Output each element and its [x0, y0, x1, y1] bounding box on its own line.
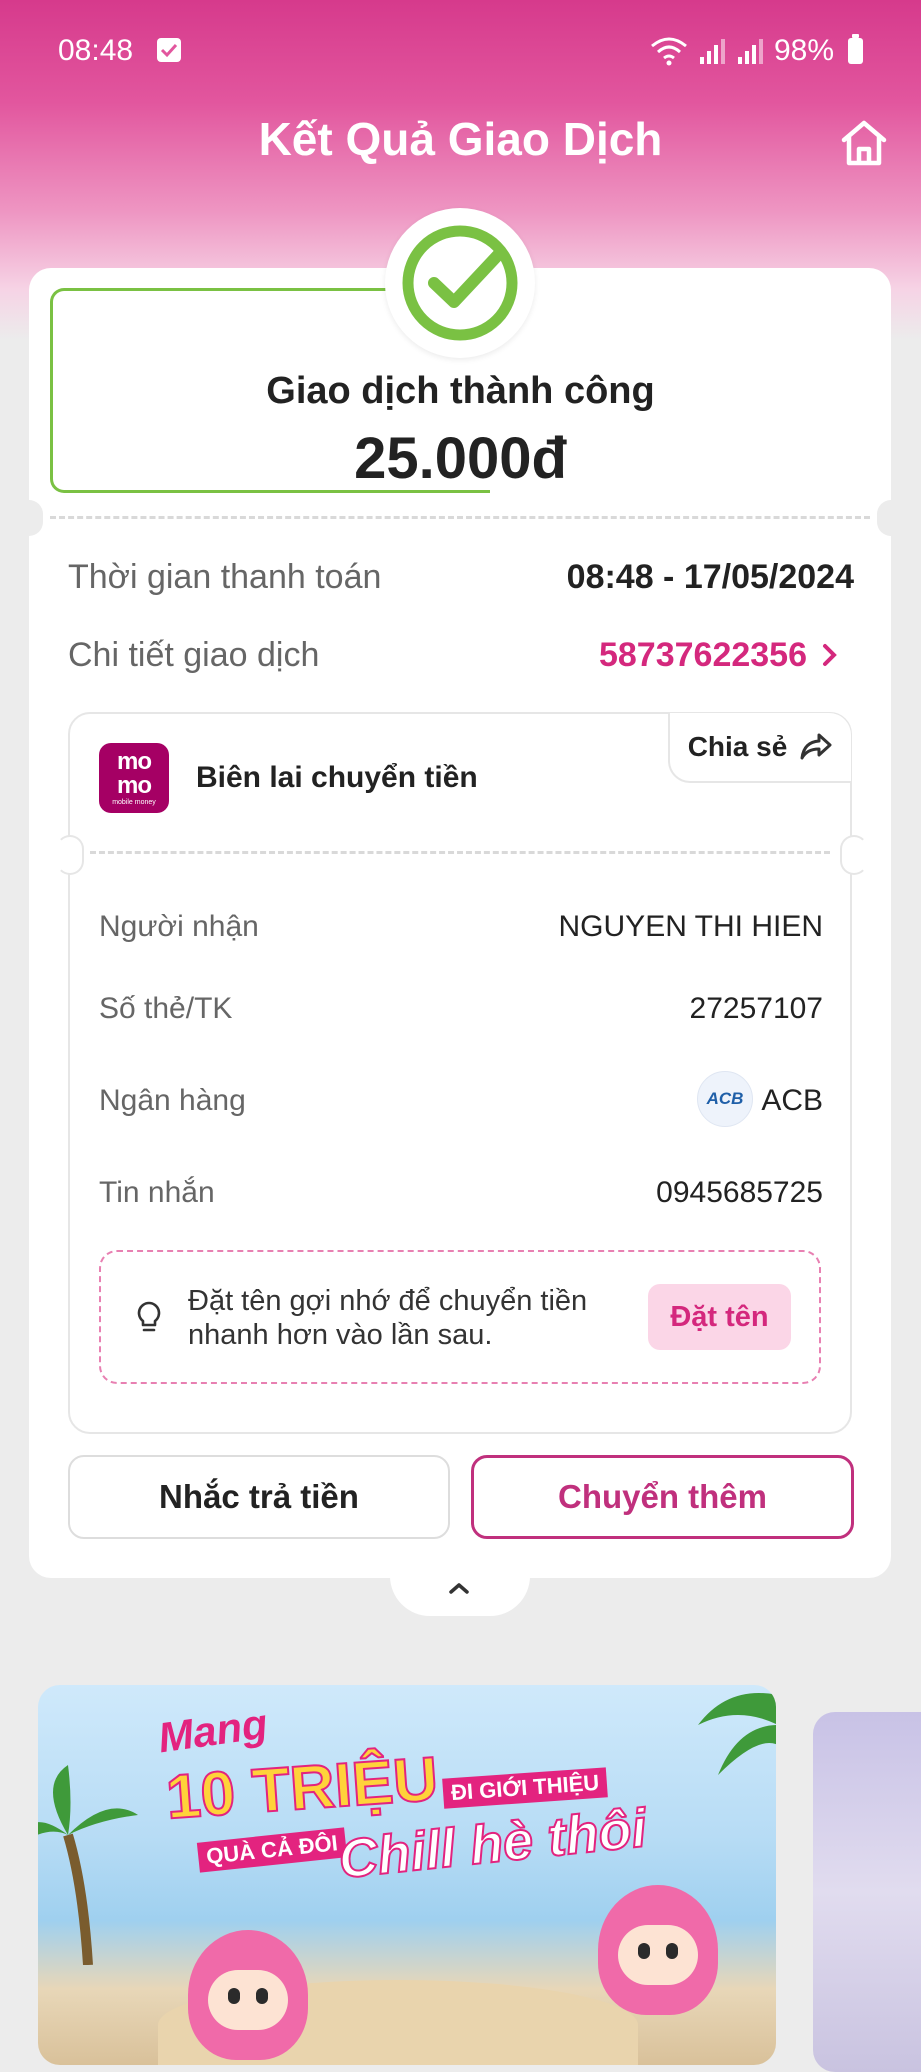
battery-icon: [848, 34, 863, 64]
payment-time-value: 08:48 - 17/05/2024: [566, 558, 854, 596]
receipt-title: Biên lai chuyển tiền: [196, 761, 478, 794]
wifi-icon: [651, 37, 687, 66]
notification-check-icon: [157, 38, 181, 62]
status-bar: 08:48 98%: [0, 0, 921, 100]
tip-text: Đặt tên gợi nhớ để chuyển tiền nhanh hơn…: [188, 1285, 588, 1351]
home-button[interactable]: [838, 118, 890, 168]
palm-leaves-right: [698, 1693, 776, 1775]
palm-leaves-left: [38, 1765, 138, 1965]
signal-icon-1: [699, 39, 725, 64]
share-label: Chia sẻ: [687, 731, 788, 762]
bank-value: ACB: [761, 1084, 823, 1117]
status-icons: 98%: [650, 34, 863, 68]
chevron-up-icon: [449, 1583, 469, 1594]
receipt-notch-left: [56, 835, 84, 875]
acb-bank-logo: ACB: [697, 1071, 753, 1127]
momo-logo: mo mo mobile money: [99, 743, 169, 813]
share-button[interactable]: Chia sẻ: [668, 713, 851, 783]
banner-text-mang: Mang: [155, 1699, 271, 1762]
transaction-detail-label: Chi tiết giao dịch: [68, 636, 320, 674]
chevron-right-icon[interactable]: [820, 642, 840, 668]
divider-dashed: [50, 516, 870, 519]
recipient-label: Người nhận: [99, 910, 259, 943]
battery-percent: 98%: [773, 34, 834, 67]
payment-time-label: Thời gian thanh toán: [68, 558, 382, 596]
status-time: 08:48: [58, 34, 134, 67]
momo-logo-line2: mo: [117, 772, 152, 799]
share-arrow-icon: [800, 733, 832, 760]
card-notch-right: [877, 500, 905, 536]
mascot-right: [598, 1885, 718, 2015]
banner-text-gift: QUÀ CẢ ĐÔI: [196, 1827, 348, 1873]
transfer-more-button[interactable]: Chuyển thêm: [471, 1455, 854, 1539]
collapse-toggle[interactable]: [390, 1560, 530, 1616]
receipt-divider: [90, 851, 830, 854]
signal-icon-2: [737, 39, 763, 64]
promo-banner[interactable]: Mang 10 TRIỆU ĐI GIỚI THIỆU QUÀ CẢ ĐÔI C…: [38, 1685, 776, 2065]
set-name-button[interactable]: Đặt tên: [648, 1284, 791, 1350]
momo-logo-sub: mobile money: [112, 799, 156, 806]
transaction-status: Giao dịch thành công: [266, 370, 655, 412]
promo-banner-next[interactable]: [813, 1712, 921, 2072]
receipt-notch-right: [840, 835, 868, 875]
check-circle-icon: [402, 225, 518, 341]
lightbulb-icon: [137, 1301, 161, 1332]
success-badge: [385, 208, 535, 358]
message-value: 0945685725: [656, 1176, 823, 1209]
momo-logo-line1: mo: [117, 748, 152, 775]
banner-text-amount: 10 TRIỆU: [163, 1744, 441, 1834]
card-notch-left: [15, 500, 43, 536]
page-title: Kết Quả Giao Dịch: [258, 113, 663, 165]
message-label: Tin nhắn: [99, 1176, 215, 1209]
bank-label: Ngân hàng: [99, 1084, 246, 1117]
transaction-amount: 25.000đ: [354, 426, 567, 491]
account-value: 27257107: [689, 992, 823, 1025]
transaction-id-link[interactable]: 58737622356: [599, 636, 807, 675]
remind-payment-button[interactable]: Nhắc trả tiền: [68, 1455, 450, 1539]
recipient-value: NGUYEN THI HIEN: [558, 910, 823, 943]
mascot-left: [188, 1930, 308, 2060]
home-icon: [841, 120, 887, 166]
account-label: Số thẻ/TK: [99, 992, 233, 1025]
